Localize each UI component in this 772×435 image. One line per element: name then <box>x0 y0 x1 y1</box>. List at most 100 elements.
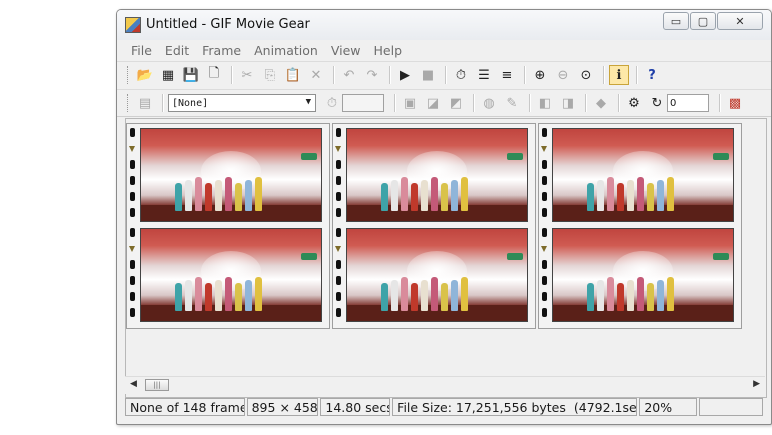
filmstrip-icon[interactable]: ▦ <box>158 65 178 85</box>
frame-edit-icon[interactable]: ◪ <box>423 93 443 113</box>
dancer-figure <box>175 283 182 311</box>
dancer-figure <box>627 280 634 311</box>
dancer-figure <box>587 183 594 211</box>
dancer-figure <box>401 177 408 211</box>
sprocket-hole <box>336 208 341 217</box>
eyedropper-icon[interactable]: ✎ <box>502 93 522 113</box>
status-filesize: File Size: 17,251,556 bytes (4792.1secs <box>392 398 638 416</box>
palette-combo[interactable]: [None] ▼ <box>168 94 316 112</box>
sprocket-hole <box>542 292 547 301</box>
scroll-left-icon[interactable]: ◀ <box>130 379 137 389</box>
loop-count-field[interactable]: 0 <box>667 94 709 112</box>
frame-thumbnail[interactable] <box>346 228 528 322</box>
menu-frame[interactable]: Frame <box>202 43 241 58</box>
menu-animation[interactable]: Animation <box>254 43 318 58</box>
frame-thumbnail[interactable] <box>552 228 734 322</box>
chevron-down-icon: ▼ <box>305 97 311 107</box>
toolbar-separator <box>445 66 447 84</box>
channel-logo <box>713 253 729 260</box>
frame-thumbnail[interactable] <box>552 128 734 222</box>
dancer-figure <box>235 283 242 311</box>
preview-icon[interactable]: ▩ <box>725 93 745 113</box>
sprocket-hole <box>542 160 547 169</box>
dancer-figure <box>451 180 458 211</box>
timing-icon[interactable]: ⏱ <box>451 65 471 85</box>
zoom-out-icon[interactable]: ⊖ <box>553 65 573 85</box>
delete-icon[interactable]: ✕ <box>306 65 326 85</box>
dancer-figure <box>245 180 252 211</box>
maximize-button[interactable]: ▢ <box>690 12 716 30</box>
sprocket-hole <box>336 308 341 317</box>
menu-view[interactable]: View <box>331 43 361 58</box>
reel-icon[interactable]: ⚙ <box>624 93 644 113</box>
sprocket-hole <box>336 276 341 285</box>
pointer-info-icon[interactable]: ℹ <box>609 65 629 85</box>
frame-thumbnail[interactable] <box>140 228 322 322</box>
copy-icon[interactable]: ⎘ <box>260 65 280 85</box>
sprocket-hole <box>542 208 547 217</box>
title-bar[interactable]: Untitled - GIF Movie Gear ▭ ▢ ✕ <box>117 10 771 40</box>
play-icon[interactable]: ▶ <box>395 65 415 85</box>
redo-icon[interactable]: ↷ <box>362 65 382 85</box>
delay-field[interactable] <box>342 94 384 112</box>
frame-props-icon[interactable]: ▣ <box>400 93 420 113</box>
zoom-fit-icon[interactable]: ⊙ <box>576 65 596 85</box>
scroll-thumb[interactable]: ||| <box>145 379 169 391</box>
dancer-figure <box>597 280 604 311</box>
frame-marker-icon <box>541 246 547 252</box>
zoom-in-icon[interactable]: ⊕ <box>530 65 550 85</box>
dancer-figure <box>441 283 448 311</box>
stop-icon[interactable]: ■ <box>418 65 438 85</box>
crop-icon[interactable]: ◧ <box>535 93 555 113</box>
toolbar-grip[interactable] <box>127 66 131 84</box>
open-icon[interactable]: 📂 <box>135 65 155 85</box>
close-button[interactable]: ✕ <box>717 12 763 30</box>
frame-copy-icon[interactable]: ◩ <box>446 93 466 113</box>
toolbar-separator <box>636 66 638 84</box>
new-icon[interactable]: 🗋 <box>204 65 224 85</box>
menu-help[interactable]: Help <box>374 43 403 58</box>
menu-edit[interactable]: Edit <box>165 43 189 58</box>
resize-icon[interactable]: ◨ <box>558 93 578 113</box>
sprocket-hole <box>542 260 547 269</box>
toolbar-grip[interactable] <box>127 94 131 112</box>
dancer-figure <box>401 277 408 311</box>
optimize-icon[interactable]: ≡ <box>497 65 517 85</box>
minimize-button[interactable]: ▭ <box>663 12 689 30</box>
layer-icon[interactable]: ◆ <box>591 93 611 113</box>
dancer-figure <box>421 180 428 211</box>
save-icon[interactable]: 💾 <box>181 65 201 85</box>
frame-thumbnail[interactable] <box>140 128 322 222</box>
dancer-figure <box>607 177 614 211</box>
palette-icon[interactable]: ▤ <box>135 93 155 113</box>
dancer-figure <box>421 280 428 311</box>
channel-logo <box>507 153 523 160</box>
undo-icon[interactable]: ↶ <box>339 65 359 85</box>
sprocket-hole <box>336 176 341 185</box>
sprocket-hole <box>130 260 135 269</box>
transparency-icon[interactable]: ◍ <box>479 93 499 113</box>
paste-icon[interactable]: 📋 <box>283 65 303 85</box>
sprocket-hole <box>336 192 341 201</box>
dancer-figure <box>441 183 448 211</box>
sprocket-hole <box>336 128 341 137</box>
dancer-figure <box>667 277 674 311</box>
help-icon[interactable]: ? <box>642 65 662 85</box>
sprocket-hole <box>542 176 547 185</box>
dancer-figure <box>617 283 624 311</box>
frame-marker-icon <box>129 246 135 252</box>
film-strip-icon[interactable]: ☰ <box>474 65 494 85</box>
dancer-figure <box>657 180 664 211</box>
frame-workspace[interactable] <box>125 118 767 398</box>
frame-marker-icon <box>335 246 341 252</box>
dancer-figure <box>175 183 182 211</box>
menu-file[interactable]: File <box>131 43 152 58</box>
frame-thumbnail[interactable] <box>346 128 528 222</box>
toolbar-separator <box>603 66 605 84</box>
status-frames: None of 148 frame <box>125 398 245 416</box>
horizontal-scrollbar[interactable]: ◀ ||| ▶ <box>125 376 765 394</box>
dancer-figure <box>637 277 644 311</box>
cut-icon[interactable]: ✂ <box>237 65 257 85</box>
sprocket-hole <box>130 276 135 285</box>
scroll-right-icon[interactable]: ▶ <box>753 379 760 389</box>
